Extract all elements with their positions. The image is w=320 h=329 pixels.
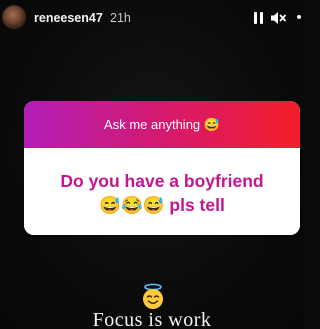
question-text-line-1: Do you have a boyfriend (60, 171, 264, 191)
mute-icon[interactable] (271, 11, 286, 25)
question-text-line-2: 😅😂😅 pls tell (24, 194, 300, 217)
story-caption: Focus is work (92, 309, 212, 329)
story-header: reneesen47 21h (0, 0, 304, 40)
more-icon[interactable] (297, 15, 301, 19)
sticker-prompt: Ask me anything 😅 (104, 116, 220, 132)
post-time: 21h (110, 11, 131, 25)
sticker-body: Do you have a boyfriend 😅😂😅 pls tell (24, 148, 300, 235)
pause-icon[interactable] (254, 12, 264, 24)
story-viewer[interactable]: reneesen47 21h Ask me anything 😅 Do you … (0, 0, 304, 329)
avatar[interactable] (2, 5, 26, 29)
smiling-face-with-halo-icon (143, 283, 163, 309)
username[interactable]: reneesen47 (34, 11, 103, 25)
question-sticker[interactable]: Ask me anything 😅 Do you have a boyfrien… (24, 101, 300, 235)
question-text-line-2-content: 😅😂😅 pls tell (99, 195, 225, 215)
sticker-header: Ask me anything 😅 (24, 101, 300, 148)
